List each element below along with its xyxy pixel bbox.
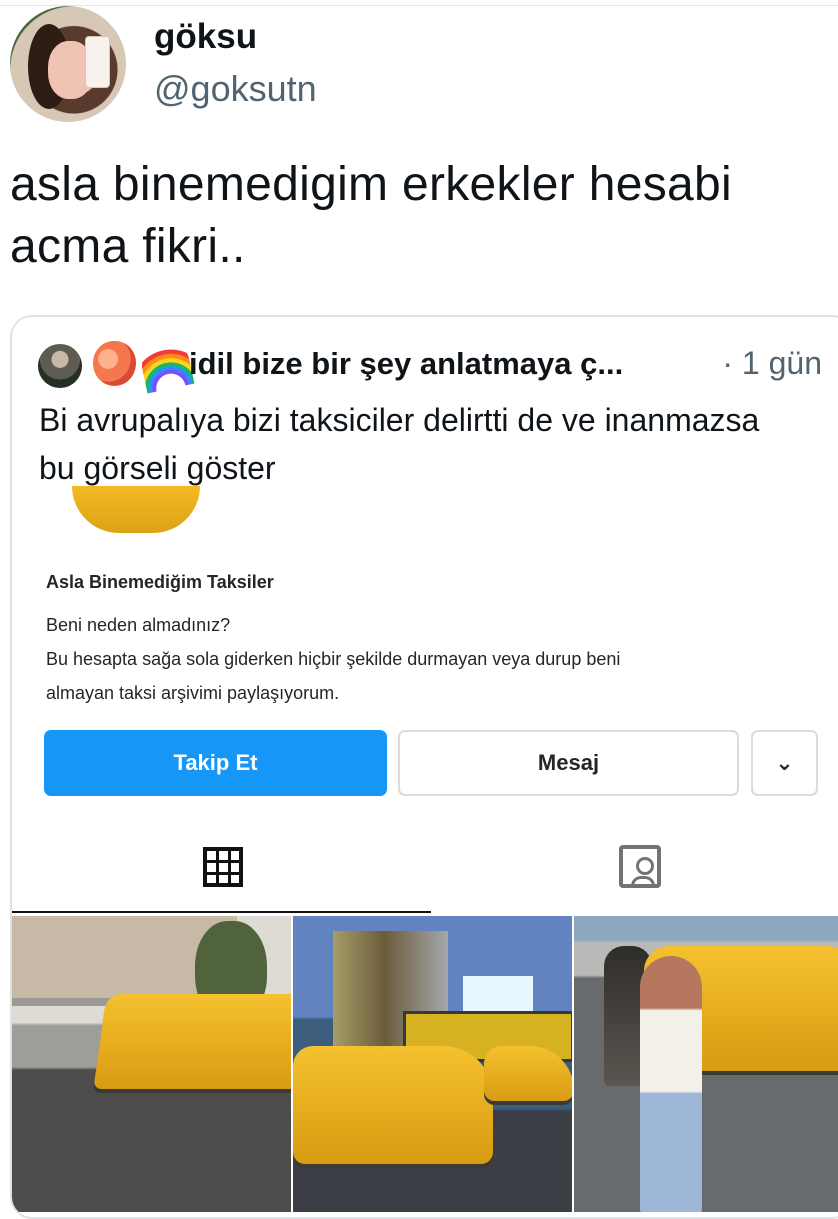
sign-image-shape	[463, 976, 533, 1016]
bio-line: Beni neden almadınız?	[46, 615, 231, 635]
top-divider	[0, 5, 838, 6]
rainbow-icon	[137, 336, 195, 394]
photo-tile[interactable]	[12, 916, 291, 1212]
photo-tile[interactable]	[574, 916, 838, 1212]
taxi-image-shape	[93, 994, 291, 1089]
profile-bio-text: Beni neden almadınız? Bu hesapta sağa so…	[46, 608, 806, 710]
message-button[interactable]: Mesaj	[398, 730, 739, 796]
grid-icon[interactable]	[203, 847, 243, 887]
peach-icon	[93, 341, 136, 386]
photo-grid	[12, 916, 838, 1212]
avatar-phone-shape	[85, 36, 110, 88]
quoted-tweet-text: Bi avrupalıya bizi taksiciler delirtti d…	[39, 402, 760, 486]
quoted-avatar[interactable]	[38, 344, 82, 388]
bio-line: Bu hesapta sağa sola giderken hiçbir şek…	[46, 649, 621, 669]
follow-button[interactable]: Takip Et	[44, 730, 387, 796]
user-handle[interactable]: @goksutn	[154, 68, 317, 110]
chevron-down-icon[interactable]: ⌄	[751, 730, 818, 796]
tweet-text: asla binemedigim erkekler hesabi acma fi…	[10, 158, 732, 273]
avatar[interactable]	[10, 6, 126, 122]
tagged-icon[interactable]	[619, 845, 661, 888]
quoted-time[interactable]: · 1 gün	[722, 345, 822, 382]
taxi-image-shape	[293, 1046, 493, 1164]
quoted-display-name[interactable]: idil bize bir şey anlatmaya ç...	[189, 346, 623, 382]
bio-line: almayan taksi arşivimi paylaşıyorum.	[46, 683, 340, 703]
person-image-shape	[640, 956, 702, 1212]
profile-bio-title: Asla Binemediğim Taksiler	[46, 572, 274, 592]
more-vertical-icon[interactable]: ⋮	[826, 16, 838, 65]
photo-tile[interactable]	[293, 916, 572, 1212]
active-tab-indicator	[12, 911, 431, 913]
profile-photo-bottom	[72, 486, 200, 533]
quoted-tweet-card[interactable]: idil bize bir şey anlatmaya ç... · 1 gün…	[10, 315, 838, 1219]
display-name[interactable]: göksu	[154, 17, 257, 57]
instagram-screenshot: Asla Binemediğim Taksiler Beni neden alm…	[12, 486, 838, 1214]
